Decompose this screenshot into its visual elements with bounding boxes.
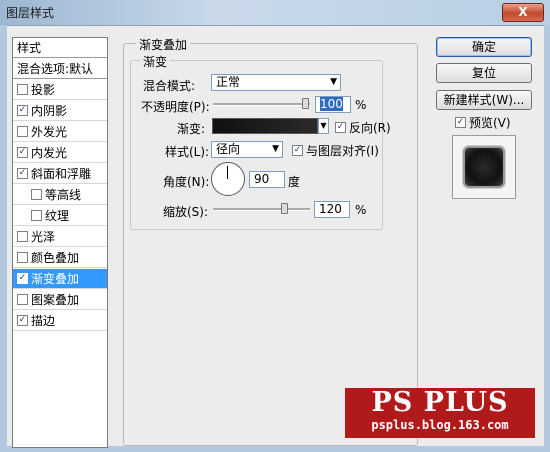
watermark-logo: PS PLUS psplus.blog.163.com: [345, 388, 535, 438]
checkbox[interactable]: ✓: [17, 168, 28, 179]
align-with-layer-option[interactable]: ✓ 与图层对齐(I): [292, 142, 379, 159]
sidebar-item-color-overlay[interactable]: 颜色叠加: [13, 248, 107, 268]
gradient-label: 渐变:: [177, 122, 206, 136]
style-preview: [452, 135, 516, 199]
angle-dial[interactable]: [211, 162, 245, 196]
preview-option[interactable]: ✓ 预览(V): [455, 114, 511, 131]
reverse-checkbox[interactable]: ✓: [335, 122, 346, 133]
sidebar-item-outer-glow[interactable]: 外发光: [13, 122, 107, 142]
reset-button[interactable]: 复位: [436, 63, 532, 83]
sidebar-item-label: 斜面和浮雕: [31, 167, 92, 181]
sidebar-item-label: 外发光: [31, 125, 68, 139]
sidebar-item-contour[interactable]: 等高线: [13, 185, 107, 205]
reverse-option[interactable]: ✓ 反向(R): [335, 119, 391, 136]
checkbox[interactable]: [17, 252, 28, 263]
new-style-button[interactable]: 新建样式(W)...: [436, 90, 532, 110]
sidebar-item-inner-shadow[interactable]: ✓ 内阴影: [13, 101, 107, 121]
opacity-label: 不透明度(P):: [141, 100, 210, 114]
title-bar: 图层样式 X: [0, 0, 550, 26]
opacity-slider[interactable]: [213, 103, 310, 106]
sidebar-item-gradient-overlay[interactable]: ✓ 渐变叠加: [13, 269, 107, 289]
angle-label: 角度(N):: [163, 175, 210, 189]
blend-mode-value: 正常: [216, 75, 241, 89]
scale-input[interactable]: 120: [314, 201, 350, 218]
angle-unit: 度: [288, 175, 301, 189]
close-button[interactable]: X: [502, 3, 544, 22]
sidebar-item-pattern-overlay[interactable]: 图案叠加: [13, 290, 107, 310]
opacity-value: 100: [320, 97, 343, 111]
styles-list: 样式 混合选项:默认 投影 ✓ 内阴影 外发光 ✓ 内发光 ✓ 斜面和浮雕 等高线 纹…: [12, 37, 108, 448]
angle-input[interactable]: 90: [249, 171, 285, 188]
sidebar-item-drop-shadow[interactable]: 投影: [13, 80, 107, 100]
checkbox[interactable]: ✓: [17, 147, 28, 158]
checkbox[interactable]: [17, 294, 28, 305]
checkbox[interactable]: [31, 189, 42, 200]
blend-mode-label: 混合模式:: [143, 79, 196, 93]
sidebar-item-label: 等高线: [45, 188, 82, 202]
preview-checkbox[interactable]: ✓: [455, 117, 466, 128]
scale-slider-thumb[interactable]: [281, 203, 289, 214]
preview-swatch: [465, 148, 503, 186]
sidebar-item-bevel-emboss[interactable]: ✓ 斜面和浮雕: [13, 164, 107, 184]
blending-options-item[interactable]: 混合选项:默认: [13, 59, 107, 79]
opacity-percent: %: [355, 98, 367, 112]
scale-percent: %: [355, 203, 367, 217]
watermark-url: psplus.blog.163.com: [371, 418, 509, 432]
window-frame-right: [544, 25, 550, 452]
checkbox[interactable]: [31, 210, 42, 221]
sidebar-item-inner-glow[interactable]: ✓ 内发光: [13, 143, 107, 163]
sidebar-item-label: 光泽: [31, 230, 56, 244]
window-title: 图层样式: [6, 6, 55, 20]
sidebar-item-label: 内发光: [31, 146, 68, 160]
reverse-label: 反向(R): [349, 121, 391, 135]
window-frame-left: [0, 25, 7, 452]
chevron-down-icon: ▼: [330, 77, 337, 87]
scale-value: 120: [319, 202, 342, 216]
sidebar-item-label: 内阴影: [31, 104, 68, 118]
sidebar-item-stroke[interactable]: ✓ 描边: [13, 311, 107, 331]
gradient-dropdown-arrow[interactable]: ▼: [318, 118, 329, 134]
opacity-input[interactable]: 100: [315, 96, 351, 113]
preview-label: 预览(V): [469, 116, 511, 130]
gradient-picker[interactable]: [212, 118, 318, 134]
checkbox[interactable]: [17, 126, 28, 137]
angle-value: 90: [254, 172, 270, 186]
group-title: 渐变叠加: [136, 36, 191, 53]
checkbox[interactable]: ✓: [17, 315, 28, 326]
style-value: 径向: [216, 142, 241, 156]
subgroup-title: 渐变: [140, 53, 171, 70]
watermark-logo-text: PS PLUS: [371, 387, 509, 418]
angle-needle: [227, 166, 228, 179]
checkbox[interactable]: ✓: [17, 273, 28, 284]
checkbox[interactable]: ✓: [17, 105, 28, 116]
blend-mode-select[interactable]: 正常 ▼: [211, 74, 341, 91]
chevron-down-icon: ▼: [272, 144, 279, 154]
ok-button[interactable]: 确定: [436, 37, 532, 57]
scale-slider[interactable]: [213, 208, 310, 211]
checkbox[interactable]: [17, 231, 28, 242]
styles-header[interactable]: 样式: [13, 38, 107, 58]
sidebar-item-label: 图案叠加: [31, 293, 80, 307]
sidebar-item-label: 描边: [31, 314, 56, 328]
style-label: 样式(L):: [165, 145, 210, 159]
opacity-slider-thumb[interactable]: [302, 98, 309, 109]
sidebar-item-satin[interactable]: 光泽: [13, 227, 107, 247]
sidebar-item-label: 投影: [31, 83, 56, 97]
sidebar-item-texture[interactable]: 纹理: [13, 206, 107, 226]
style-select[interactable]: 径向 ▼: [211, 141, 283, 158]
checkbox[interactable]: [17, 84, 28, 95]
sidebar-item-label: 渐变叠加: [31, 272, 80, 286]
sidebar-item-label: 颜色叠加: [31, 251, 80, 265]
align-label: 与图层对齐(I): [306, 144, 379, 158]
scale-label: 缩放(S):: [163, 205, 209, 219]
sidebar-item-label: 纹理: [45, 209, 70, 223]
align-checkbox[interactable]: ✓: [292, 145, 303, 156]
